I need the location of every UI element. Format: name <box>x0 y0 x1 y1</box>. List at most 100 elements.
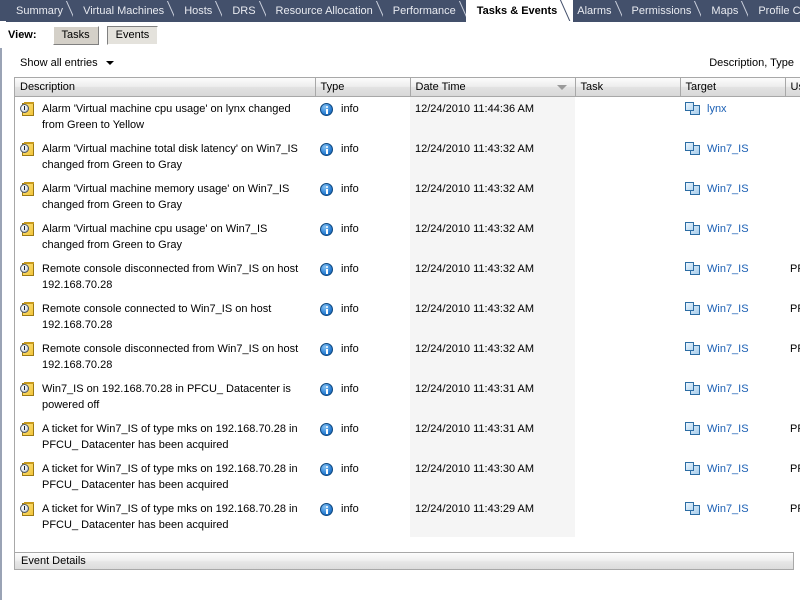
tab-slant-edge <box>559 0 573 21</box>
virtual-machine-icon <box>685 341 700 356</box>
cell-target: Win7_IS <box>680 417 785 457</box>
target-link[interactable]: lynx <box>707 101 727 117</box>
user-text: PFCU\ <box>790 302 800 315</box>
show-entries-dropdown[interactable]: Show all entries <box>20 57 114 69</box>
user-text: PFCU\ <box>790 342 800 355</box>
table-row[interactable]: Remote console disconnected from Win7_IS… <box>15 256 800 297</box>
event-alarm-icon <box>20 181 35 197</box>
cell-type: info <box>315 217 410 257</box>
virtual-machine-icon <box>685 501 700 516</box>
tab-drs[interactable]: DRS <box>222 1 272 22</box>
chevron-down-icon <box>105 60 114 65</box>
table-row[interactable]: Alarm 'Virtual machine total disk latenc… <box>15 136 800 177</box>
datetime-text: 12/24/2010 11:43:32 AM <box>415 262 535 275</box>
cell-description: Remote console disconnected from Win7_IS… <box>15 257 315 297</box>
filter-toolbar: Show all entries Description, Type <box>2 48 800 77</box>
target-link[interactable]: Win7_IS <box>707 461 749 477</box>
table-row[interactable]: Remote console disconnected from Win7_IS… <box>15 336 800 377</box>
target-link[interactable]: Win7_IS <box>707 141 749 157</box>
tab-tasks-events[interactable]: Tasks & Events <box>465 0 574 22</box>
user-text: PFCU\ <box>790 462 800 475</box>
cell-description: A ticket for Win7_IS of type mks on 192.… <box>15 417 315 457</box>
tab-profile-compliance[interactable]: Profile Compliance <box>748 1 800 22</box>
cell-task <box>575 377 680 417</box>
table-row[interactable]: Alarm 'Virtual machine cpu usage' on lyn… <box>15 96 800 137</box>
target-link[interactable]: Win7_IS <box>707 301 749 317</box>
column-header-user[interactable]: User <box>785 78 800 97</box>
target-link[interactable]: Win7_IS <box>707 501 749 517</box>
event-alarm-icon <box>20 381 35 397</box>
column-header-description[interactable]: Description <box>15 78 316 97</box>
info-icon <box>320 182 333 196</box>
table-row[interactable]: Win7_IS on 192.168.70.28 in PFCU_ Datace… <box>15 376 800 417</box>
cell-description: Remote console disconnected from Win7_IS… <box>15 337 315 377</box>
description-text: Alarm 'Virtual machine memory usage' on … <box>42 182 290 211</box>
tab-virtual-machines[interactable]: Virtual Machines <box>73 1 181 22</box>
events-table-body: Alarm 'Virtual machine cpu usage' on lyn… <box>15 96 800 537</box>
column-header-datetime[interactable]: Date Time <box>410 78 576 97</box>
tab-performance[interactable]: Performance <box>382 1 472 22</box>
event-details-panel[interactable]: Event Details <box>14 552 794 570</box>
cell-task <box>575 497 680 537</box>
description-text: A ticket for Win7_IS of type mks on 192.… <box>42 502 298 531</box>
cell-datetime: 12/24/2010 11:43:32 AM <box>410 296 575 337</box>
events-panel: Show all entries Description, Type Descr… <box>0 48 800 600</box>
table-row[interactable]: A ticket for Win7_IS of type mks on 192.… <box>15 416 800 457</box>
column-header-task[interactable]: Task <box>575 78 681 97</box>
tab-maps[interactable]: Maps <box>701 1 755 22</box>
view-label: View: <box>8 29 37 41</box>
table-row[interactable]: Remote console connected to Win7_IS on h… <box>15 296 800 337</box>
cell-type: info <box>315 497 410 537</box>
description-text: Alarm 'Virtual machine cpu usage' on lyn… <box>42 102 291 131</box>
vsphere-client-window: Summary Virtual Machines Hosts DRS Resource … <box>0 0 800 600</box>
view-tasks-button[interactable]: Tasks <box>52 25 99 45</box>
events-table-header: Description Type Date Time Task Target U… <box>15 78 800 97</box>
cell-datetime: 12/24/2010 11:43:31 AM <box>410 416 575 457</box>
tab-label: Maps <box>711 5 739 17</box>
target-link[interactable]: Win7_IS <box>707 421 749 437</box>
target-link[interactable]: Win7_IS <box>707 381 749 397</box>
target-link[interactable]: Win7_IS <box>707 341 749 357</box>
tab-permissions[interactable]: Permissions <box>621 1 708 22</box>
view-events-button[interactable]: Events <box>106 25 159 45</box>
column-header-type[interactable]: Type <box>315 78 411 97</box>
target-link[interactable]: Win7_IS <box>707 261 749 277</box>
cell-description: Remote console connected to Win7_IS on h… <box>15 297 315 337</box>
datetime-text: 12/24/2010 11:43:32 AM <box>415 222 535 235</box>
cell-user: PFCU\ <box>785 457 800 497</box>
column-header-target[interactable]: Target <box>680 78 786 97</box>
table-row[interactable]: A ticket for Win7_IS of type mks on 192.… <box>15 496 800 537</box>
show-entries-label: Show all entries <box>20 56 98 69</box>
tab-hosts[interactable]: Hosts <box>174 1 229 22</box>
event-alarm-icon <box>20 141 35 157</box>
datetime-text: 12/24/2010 11:44:36 AM <box>415 102 535 115</box>
type-text: info <box>341 262 359 275</box>
cell-task <box>575 297 680 337</box>
virtual-machine-icon <box>685 141 700 156</box>
column-header-task-label: Task <box>580 80 604 93</box>
tab-resource-allocation[interactable]: Resource Allocation <box>265 1 389 22</box>
table-row[interactable]: Alarm 'Virtual machine memory usage' on … <box>15 176 800 217</box>
cell-datetime: 12/24/2010 11:43:30 AM <box>410 456 575 497</box>
cell-datetime: 12/24/2010 11:43:32 AM <box>410 336 575 377</box>
cell-user: PFCU\ <box>785 257 800 297</box>
type-text: info <box>341 422 359 435</box>
cell-type: info <box>315 297 410 337</box>
cell-task <box>575 337 680 377</box>
tab-summary[interactable]: Summary <box>6 1 80 22</box>
tab-label: Profile Compliance <box>758 5 800 17</box>
datetime-text: 12/24/2010 11:43:31 AM <box>415 382 535 395</box>
sort-descending-icon <box>556 85 567 90</box>
table-row[interactable]: A ticket for Win7_IS of type mks on 192.… <box>15 456 800 497</box>
tab-alarms[interactable]: Alarms <box>567 1 628 22</box>
main-tab-strip: Summary Virtual Machines Hosts DRS Resource … <box>0 0 800 22</box>
cell-task <box>575 457 680 497</box>
column-header-type-label: Type <box>320 80 345 93</box>
target-link[interactable]: Win7_IS <box>707 221 749 237</box>
info-icon <box>320 222 333 236</box>
cell-task <box>575 177 680 217</box>
table-row[interactable]: Alarm 'Virtual machine cpu usage' on Win… <box>15 216 800 257</box>
target-link[interactable]: Win7_IS <box>707 181 749 197</box>
cell-target: Win7_IS <box>680 257 785 297</box>
cell-task <box>575 96 680 137</box>
